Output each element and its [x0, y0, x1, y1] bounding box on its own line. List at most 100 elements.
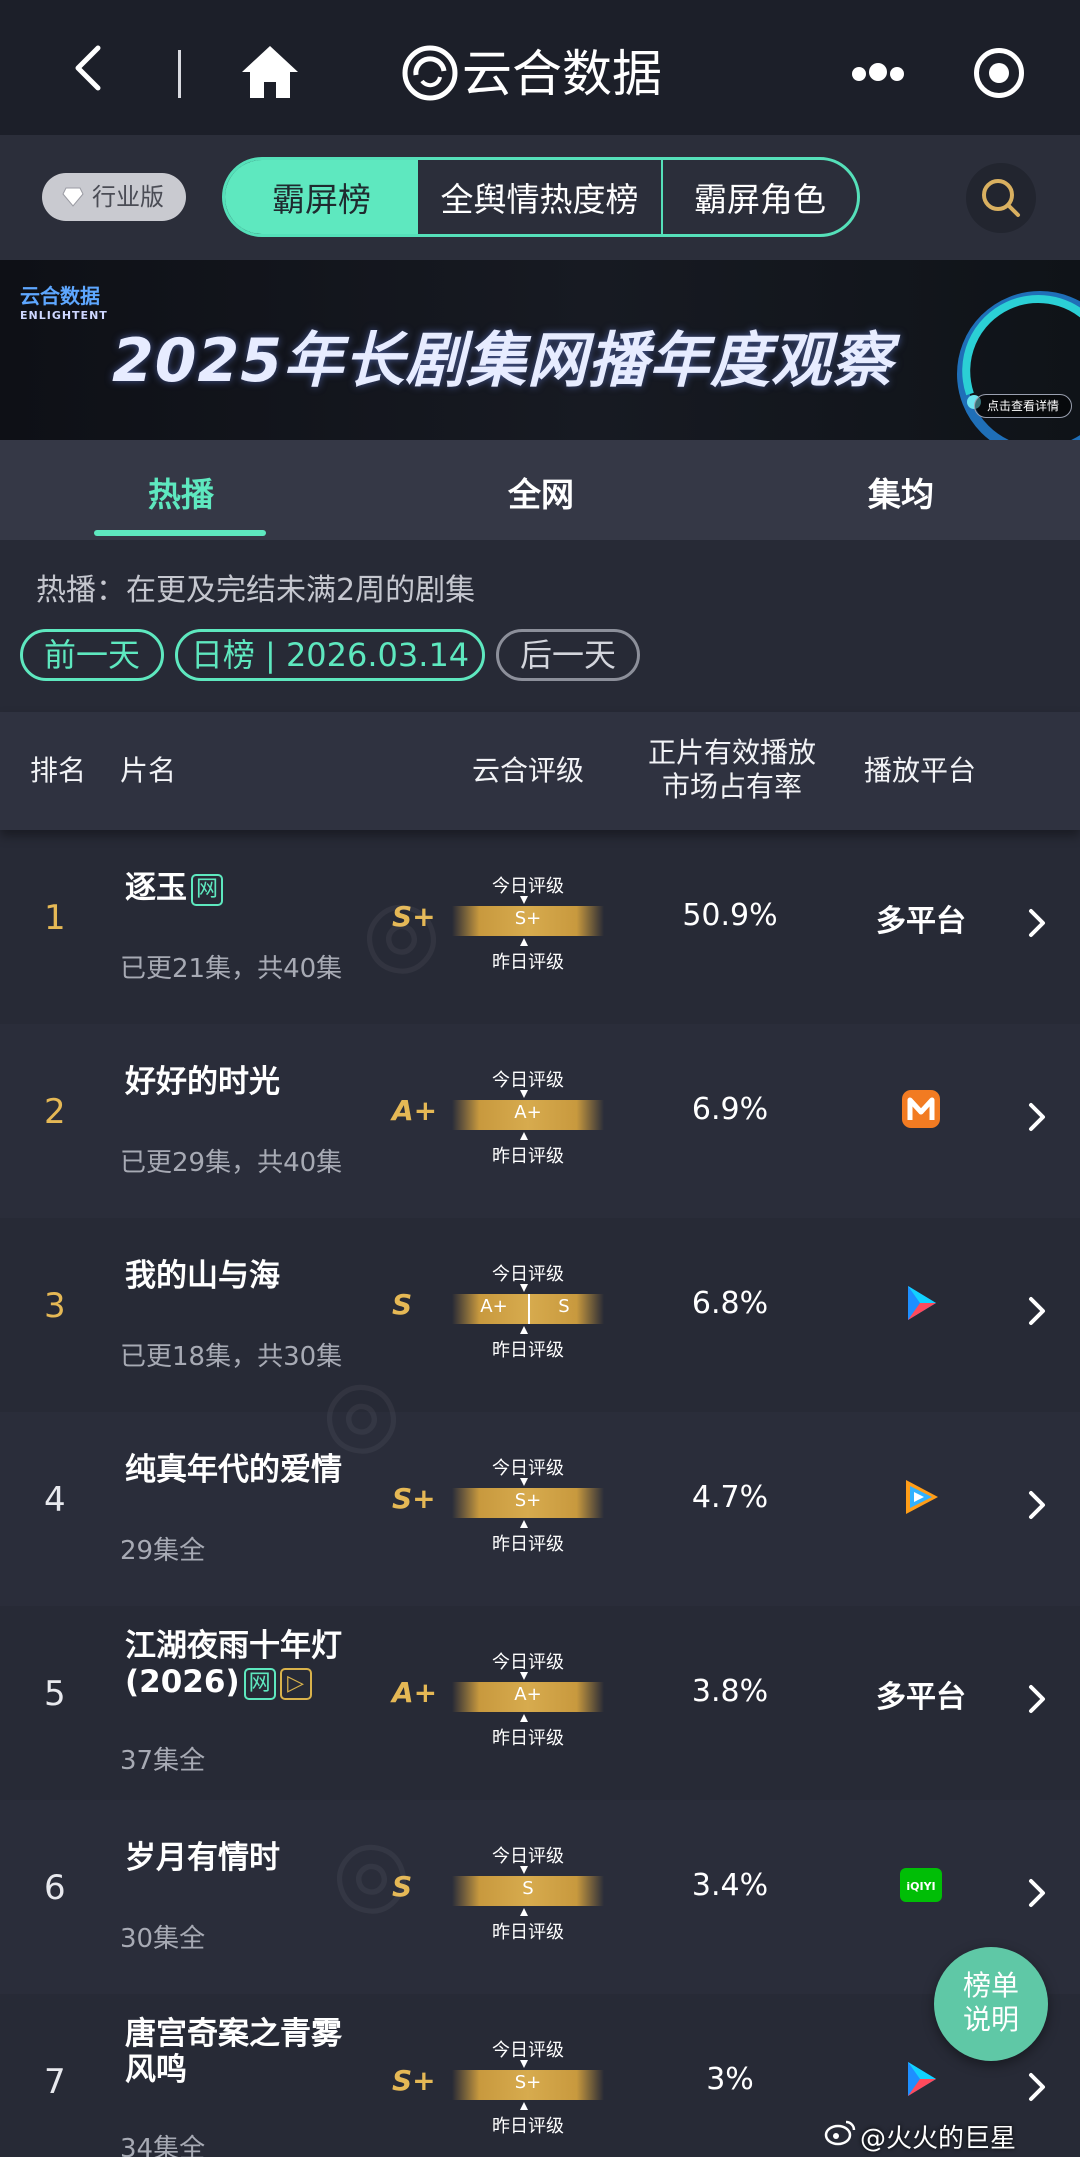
previous-day-button[interactable]: 前一天	[20, 629, 164, 681]
banner-logo-sub: ENLIGHTENT	[20, 309, 108, 322]
industry-edition-badge[interactable]: 行业版	[42, 173, 186, 221]
drama-title: 江湖夜雨十年灯	[125, 1628, 342, 1664]
yesterday-marker	[520, 1132, 528, 1140]
active-tab-underline	[94, 530, 266, 536]
banner-logo: 云合数据 ENLIGHTENT	[20, 280, 108, 322]
rank-number: 3	[44, 1286, 66, 1326]
episode-status: 34集全	[120, 2134, 206, 2157]
network-exclusive-tag: 网	[243, 1668, 276, 1700]
yesterday-grade-label: 昨日评级	[492, 1146, 564, 1167]
tab-whole-network[interactable]: 全网	[508, 468, 574, 516]
drama-title: 逐玉	[125, 870, 187, 906]
platform-label: 多平台	[876, 904, 966, 939]
today-grade-value: S+	[514, 908, 542, 929]
episode-status: 30集全	[120, 1924, 206, 1954]
tab-hot-airing[interactable]: 热播	[148, 468, 214, 516]
drama-title: 岁月有情时	[125, 1840, 280, 1876]
chevron-right-icon[interactable]	[1024, 906, 1050, 940]
tab-public-opinion-heat[interactable]: 全舆情热度榜	[418, 160, 663, 234]
drama-title: 我的山与海	[125, 1258, 280, 1294]
today-marker	[520, 1478, 528, 1486]
grade-gauge: 今日评级 S+ 昨日评级	[448, 870, 608, 976]
table-row[interactable]: 3 我的山与海 已更18集，共30集 S 今日评级 A+ S 昨日评级 6.8%	[0, 1218, 1080, 1412]
rank-number: 4	[44, 1480, 66, 1520]
nav-divider	[178, 50, 181, 98]
yesterday-grade-label: 昨日评级	[492, 1340, 564, 1361]
grade-gauge: 今日评级 A+ 昨日评级	[448, 1064, 608, 1170]
today-grade-value: S+	[514, 2072, 542, 2093]
today-marker	[520, 1090, 528, 1098]
table-row[interactable]: 5 江湖夜雨十年灯 (2026) 网 ▷ 37集全 A+ 今日评级 A+ 昨日评级 3…	[0, 1606, 1080, 1800]
chevron-right-icon[interactable]	[1024, 1294, 1050, 1328]
grade-gauge: 今日评级 A+ S 昨日评级	[448, 1258, 608, 1364]
yunhe-grade: A+	[392, 1676, 438, 1709]
drama-title-block: 逐玉网	[125, 870, 223, 906]
iqiyi-icon: iQIYI	[900, 1868, 942, 1902]
banner-logo-text: 云合数据	[20, 284, 100, 308]
grade-gauge: 今日评级 S+ 昨日评级	[448, 1452, 608, 1558]
rank-number: 1	[44, 898, 66, 938]
yesterday-grade-value: A+	[480, 1296, 508, 1317]
ranking-explanation-button[interactable]: 榜单 说明	[934, 1947, 1048, 2061]
episode-status: 已更18集，共30集	[120, 1342, 343, 1372]
diamond-icon	[62, 187, 84, 207]
today-grade-value: S	[558, 1296, 570, 1317]
grade-gauge: 今日评级 A+ 昨日评级	[448, 1646, 608, 1752]
back-arrow-icon[interactable]	[62, 40, 118, 96]
tab-dominant-roles[interactable]: 霸屏角色	[663, 160, 857, 234]
chevron-right-icon[interactable]	[1024, 1682, 1050, 1716]
market-share: 3.8%	[691, 1674, 769, 1709]
yunhe-logo-icon	[402, 45, 458, 101]
svg-text:iQIYI: iQIYI	[906, 1880, 935, 1893]
tab-screen-dominance[interactable]: 霸屏榜	[225, 160, 418, 234]
rank-number: 6	[44, 1868, 66, 1908]
close-miniprogram-icon[interactable]	[974, 48, 1024, 98]
banner-details-button[interactable]: 点击查看详情	[974, 394, 1072, 418]
yesterday-marker	[520, 938, 528, 946]
header-share-line2: 市场占有率	[662, 770, 803, 803]
table-row[interactable]: 6 岁月有情时 30集全 S 今日评级 S 昨日评级 3.4% iQIYI	[0, 1800, 1080, 1994]
yesterday-grade-label: 昨日评级	[492, 1534, 564, 1555]
yunhe-grade: S	[392, 1870, 413, 1903]
today-grade-value: A+	[514, 1684, 542, 1705]
edition-label: 行业版	[92, 183, 164, 211]
annual-report-banner[interactable]: 云合数据 ENLIGHTENT 2025年长剧集网播年度观察 点击查看详情	[0, 260, 1080, 440]
market-share: 6.9%	[691, 1092, 769, 1127]
yesterday-marker	[520, 1520, 528, 1528]
tab-per-episode[interactable]: 集均	[868, 468, 934, 516]
current-date-button[interactable]: 日榜 | 2026.03.14	[175, 629, 485, 681]
search-icon[interactable]	[966, 163, 1036, 233]
network-exclusive-tag: 网	[191, 874, 223, 906]
chevron-right-icon[interactable]	[1024, 2070, 1050, 2104]
app-title: 云合数据	[462, 45, 662, 103]
yesterday-marker	[520, 1908, 528, 1916]
market-share: 4.7%	[691, 1480, 769, 1515]
header-platform: 播放平台	[864, 754, 977, 787]
today-grade-label: 今日评级	[492, 876, 564, 897]
yunhe-grade: S+	[392, 900, 436, 933]
table-row[interactable]: 1 逐玉网 已更21集，共40集 S+ 今日评级 S+ 昨日评级 50.9% 多…	[0, 830, 1080, 1024]
chevron-right-icon[interactable]	[1024, 1100, 1050, 1134]
author-credit: @火火的巨星	[860, 2124, 1017, 2154]
market-share: 50.9%	[682, 898, 778, 933]
drama-title-block: 唐宫奇案之青雾 风鸣	[125, 2016, 342, 2088]
table-row[interactable]: 4 纯真年代的爱情 29集全 S+ 今日评级 S+ 昨日评级 4.7%	[0, 1412, 1080, 1606]
chevron-right-icon[interactable]	[1024, 1488, 1050, 1522]
drama-title: 好好的时光	[125, 1064, 280, 1100]
more-options-icon[interactable]	[852, 50, 914, 94]
chevron-right-icon[interactable]	[1024, 1876, 1050, 1910]
today-marker	[520, 2060, 528, 2068]
table-header: 排名 片名 云合评级 正片有效播放 市场占有率 播放平台	[0, 712, 1080, 830]
today-marker	[520, 1284, 528, 1292]
mango-tv-icon	[902, 1090, 940, 1128]
home-icon[interactable]	[240, 44, 300, 100]
drama-title: 唐宫奇案之青雾	[125, 2016, 342, 2052]
yesterday-grade-label: 昨日评级	[492, 952, 564, 973]
ranking-description: 热播：在更及完结未满2周的剧集	[36, 573, 476, 608]
rank-number: 5	[44, 1674, 66, 1714]
drama-title-block: 江湖夜雨十年灯 (2026) 网 ▷	[125, 1628, 342, 1700]
next-day-button[interactable]: 后一天	[496, 629, 640, 681]
header-share-line1: 正片有效播放	[648, 736, 817, 769]
table-row[interactable]: 2 好好的时光 已更29集，共40集 A+ 今日评级 A+ 昨日评级 6.9%	[0, 1024, 1080, 1218]
episode-status: 已更21集，共40集	[120, 954, 343, 984]
